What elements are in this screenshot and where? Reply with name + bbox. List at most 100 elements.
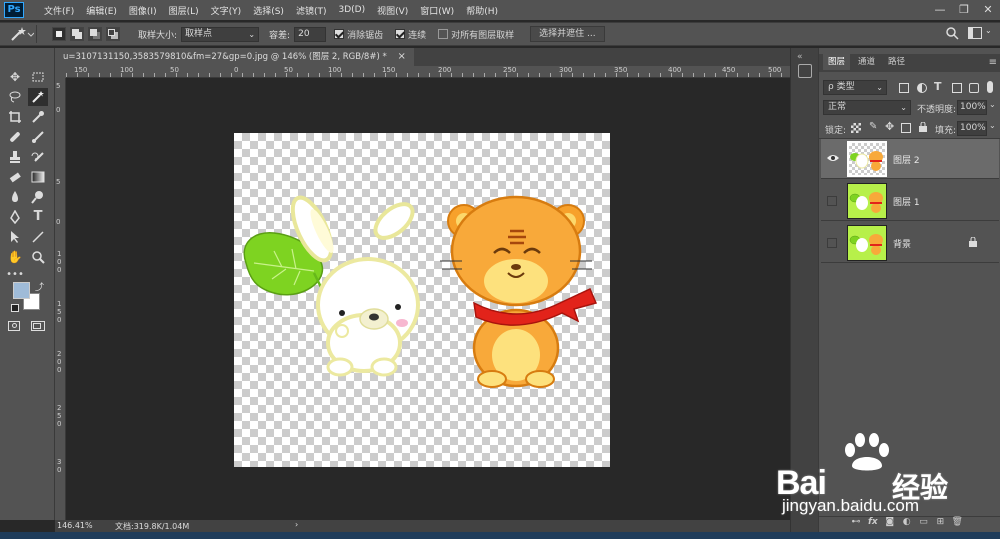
layer-name[interactable]: 图层 2	[893, 153, 920, 166]
sample-size-select[interactable]: 取样点 ⌄	[181, 26, 260, 42]
filter-shape-icon[interactable]	[952, 83, 962, 93]
filter-adjustment-icon[interactable]	[917, 83, 927, 93]
zoom-level[interactable]: 146.41%	[57, 521, 93, 530]
lock-pixels-icon[interactable]: ✎	[869, 121, 877, 132]
filter-pixel-icon[interactable]	[899, 83, 909, 93]
crop-tool-icon[interactable]	[5, 108, 25, 126]
tab-layers[interactable]: 图层	[823, 54, 851, 70]
path-selection-tool-icon[interactable]	[5, 228, 25, 246]
filter-toggle-icon[interactable]	[987, 81, 993, 93]
layer-row-2[interactable]: 图层 2	[821, 139, 999, 179]
lock-transparent-icon[interactable]	[851, 123, 861, 133]
opacity-chevron-icon[interactable]: ⌄	[989, 100, 996, 109]
blur-tool-icon[interactable]	[5, 188, 25, 206]
layer-name[interactable]: 背景	[893, 237, 911, 250]
menu-3d[interactable]: 3D(D)	[332, 5, 371, 15]
default-colors-icon[interactable]	[11, 304, 19, 312]
filter-smart-object-icon[interactable]	[969, 83, 979, 93]
layer-row-background[interactable]: 背景	[821, 223, 999, 263]
horizontal-ruler[interactable]: 150 100 50 0 50 100 150 200 250 300 350 …	[66, 66, 790, 78]
vertical-ruler[interactable]: 5 0 5 0 1 0 0 1 5 0 2 0 0 2 5 0 3 0	[55, 78, 66, 520]
marquee-tool-icon[interactable]	[28, 68, 48, 86]
magic-wand-tool-icon[interactable]	[28, 88, 48, 106]
minimize-button[interactable]: —	[928, 0, 952, 20]
subtract-selection-icon[interactable]	[88, 27, 102, 41]
opacity-input[interactable]: 100%	[957, 100, 987, 115]
hand-tool-icon[interactable]: ✋	[5, 248, 25, 266]
menu-filter[interactable]: 滤镜(T)	[290, 4, 333, 17]
layer-thumbnail	[847, 225, 887, 261]
gradient-tool-icon[interactable]	[28, 168, 48, 186]
lock-position-icon[interactable]: ✥	[885, 120, 894, 133]
swap-colors-icon[interactable]: ⤴	[35, 280, 44, 293]
menu-image[interactable]: 图像(I)	[123, 4, 163, 17]
type-tool-icon[interactable]: T	[28, 208, 48, 226]
maximize-button[interactable]: ❐	[952, 0, 976, 20]
menu-edit[interactable]: 编辑(E)	[80, 4, 123, 17]
eye-icon[interactable]	[827, 153, 839, 163]
healing-brush-tool-icon[interactable]	[5, 128, 25, 146]
tolerance-value: 20	[298, 28, 310, 39]
brush-tool-icon[interactable]	[28, 128, 48, 146]
blend-mode-select[interactable]: 正常 ⌄	[823, 100, 911, 115]
layer-row-1[interactable]: 图层 1	[821, 181, 999, 221]
eraser-tool-icon[interactable]	[5, 168, 25, 186]
panel-menu-icon[interactable]: ≡	[989, 57, 997, 68]
document-tab[interactable]: u=3107131150,3583579810&fm=27&gp=0.jpg @…	[55, 48, 414, 66]
visibility-toggle[interactable]	[827, 238, 837, 248]
tolerance-input[interactable]: 20	[294, 26, 327, 42]
pen-tool-icon[interactable]	[5, 208, 25, 226]
fill-input[interactable]: 100%	[957, 121, 987, 136]
workspace-icon[interactable]	[968, 27, 982, 39]
magic-wand-icon[interactable]	[8, 25, 36, 43]
lock-icon	[969, 236, 977, 247]
all-layers-checkbox[interactable]	[438, 29, 449, 39]
quick-mask-icon[interactable]	[8, 321, 20, 331]
workspace-chevron-icon[interactable]: ⌄	[985, 26, 992, 35]
menu-view[interactable]: 视图(V)	[371, 4, 414, 17]
clone-stamp-tool-icon[interactable]	[5, 148, 25, 166]
layer-filter-select[interactable]: ρ 类型 ⌄	[823, 80, 887, 95]
zoom-tool-icon[interactable]	[28, 248, 48, 266]
line-tool-icon[interactable]	[28, 228, 48, 246]
lasso-tool-icon[interactable]	[5, 88, 25, 106]
filter-type-icon[interactable]: T	[934, 80, 942, 93]
intersect-selection-icon[interactable]	[106, 27, 120, 41]
visibility-toggle[interactable]	[827, 196, 837, 206]
layer-name[interactable]: 图层 1	[893, 195, 920, 208]
document-canvas[interactable]	[234, 133, 610, 467]
sample-size-value: 取样点	[185, 28, 213, 39]
move-tool-icon[interactable]: ✥	[5, 68, 25, 86]
menu-help[interactable]: 帮助(H)	[460, 4, 504, 17]
dodge-tool-icon[interactable]	[28, 188, 48, 206]
tab-paths[interactable]: 路径	[883, 54, 910, 70]
history-brush-tool-icon[interactable]	[28, 148, 48, 166]
menu-type[interactable]: 文字(Y)	[205, 4, 248, 17]
ruler-origin[interactable]	[55, 66, 66, 78]
eyedropper-tool-icon[interactable]	[28, 108, 48, 126]
menu-layer[interactable]: 图层(L)	[163, 4, 205, 17]
tab-channels[interactable]: 通道	[853, 54, 880, 70]
contiguous-checkbox[interactable]	[395, 29, 406, 39]
add-selection-icon[interactable]	[70, 27, 84, 41]
menu-file[interactable]: 文件(F)	[38, 4, 80, 17]
lock-artboard-icon[interactable]	[901, 123, 911, 133]
foreground-color-swatch[interactable]	[13, 282, 30, 299]
lock-all-icon[interactable]	[919, 121, 927, 132]
screen-mode-icon[interactable]	[31, 321, 45, 331]
status-arrow-icon[interactable]: ›	[295, 520, 298, 529]
search-icon[interactable]	[945, 26, 959, 40]
new-selection-icon[interactable]	[52, 27, 66, 41]
select-and-mask-button[interactable]: 选择并遮住 ...	[530, 26, 605, 42]
photoshop-logo[interactable]: Ps	[4, 2, 24, 18]
document-info[interactable]: 文档:319.8K/1.04M	[115, 521, 189, 532]
menu-window[interactable]: 窗口(W)	[414, 4, 460, 17]
blend-mode-value: 正常	[828, 102, 847, 112]
close-button[interactable]: ✕	[976, 0, 1000, 20]
collapse-panel-icon[interactable]: «	[797, 52, 803, 62]
fill-chevron-icon[interactable]: ⌄	[989, 121, 996, 130]
menu-select[interactable]: 选择(S)	[247, 4, 290, 17]
antialias-checkbox[interactable]	[334, 29, 345, 39]
close-tab-icon[interactable]: ×	[397, 51, 405, 62]
properties-icon[interactable]	[798, 64, 812, 78]
